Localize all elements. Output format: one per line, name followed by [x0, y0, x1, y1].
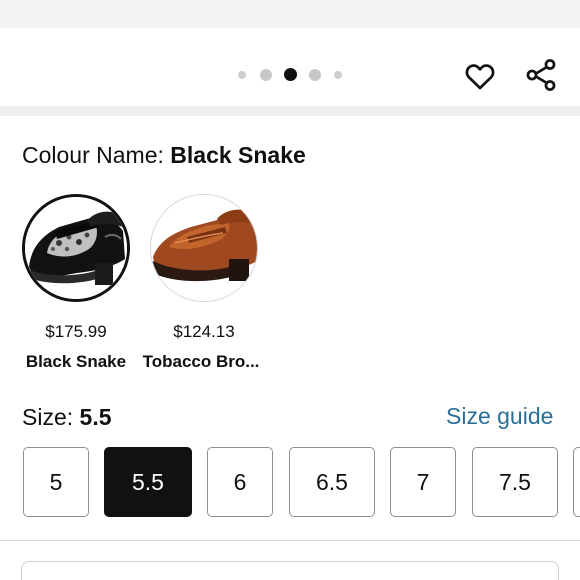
- heart-icon: [465, 64, 495, 90]
- wishlist-button[interactable]: [460, 56, 500, 96]
- bottom-card[interactable]: [21, 561, 559, 580]
- size-option-6[interactable]: 6: [207, 447, 273, 517]
- size-option-6-5[interactable]: 6.5: [289, 447, 375, 517]
- size-option-5-5-selected[interactable]: 5.5: [104, 447, 192, 517]
- size-option-5[interactable]: 5: [23, 447, 89, 517]
- bottom-divider: [0, 540, 580, 541]
- carousel-dot-5[interactable]: [334, 71, 342, 79]
- size-option-7[interactable]: 7: [390, 447, 456, 517]
- colour-option-price: $124.13: [173, 322, 235, 341]
- colour-option-name[interactable]: Tobacco Bro...: [133, 352, 269, 372]
- size-selected-value: 5.5: [79, 404, 112, 430]
- size-option-partial[interactable]: [573, 447, 580, 517]
- carousel-dot-2[interactable]: [260, 69, 272, 81]
- size-option-7-5[interactable]: 7.5: [472, 447, 558, 517]
- carousel-dot-4[interactable]: [309, 69, 321, 81]
- colour-option-name[interactable]: Black Snake: [8, 352, 144, 372]
- size-line: Size: 5.5: [22, 404, 112, 431]
- tobacco-brown-shoe-image: [151, 195, 257, 301]
- size-guide-link[interactable]: Size guide: [446, 403, 553, 430]
- colour-selected-value: Black Snake: [170, 142, 306, 168]
- colour-swatch-tobacco-brown[interactable]: [150, 194, 258, 302]
- colour-option-price: $175.99: [45, 322, 107, 341]
- share-button[interactable]: [520, 54, 562, 96]
- share-icon: [526, 59, 556, 91]
- carousel-dot-3-active[interactable]: [284, 68, 297, 81]
- top-strip: [0, 0, 580, 28]
- black-snake-shoe-image: [25, 197, 127, 299]
- section-divider: [0, 106, 580, 116]
- colour-label: Colour Name:: [22, 142, 171, 168]
- colour-swatch-black-snake[interactable]: [22, 194, 130, 302]
- carousel-dot-1[interactable]: [238, 71, 246, 79]
- size-label: Size:: [22, 404, 80, 430]
- colour-name-line: Colour Name: Black Snake: [22, 142, 306, 169]
